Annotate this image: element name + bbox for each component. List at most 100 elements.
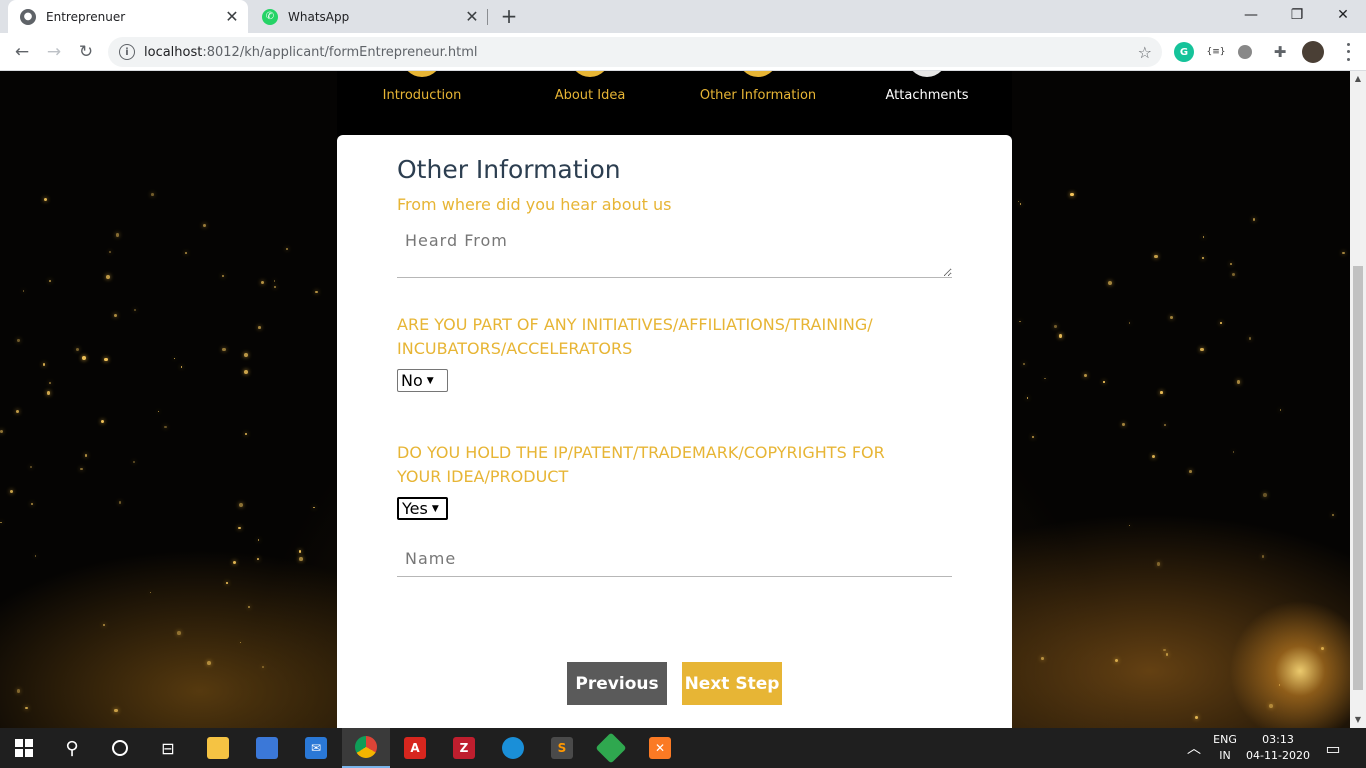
ip-select[interactable]: Yes ▼	[397, 497, 448, 520]
address-bar[interactable]: i localhost:8012/kh/applicant/formEntrep…	[108, 37, 1162, 67]
initiatives-question: ARE YOU PART OF ANY INITIATIVES/AFFILIAT…	[397, 315, 873, 358]
spark	[22, 289, 25, 292]
spark	[1194, 715, 1198, 719]
progress-steps: Introduction About Idea Other Informatio…	[337, 71, 1012, 136]
spark	[1103, 381, 1105, 383]
spark	[76, 347, 80, 352]
spark	[226, 581, 229, 584]
extension-circle-icon[interactable]	[1238, 45, 1252, 59]
globe-icon: ●	[20, 8, 36, 25]
spark	[42, 363, 46, 366]
minimize-button[interactable]: —	[1228, 0, 1274, 30]
taskbar: ⚲ ⊟ ✉ A Z S ✕ ︿ ENG IN 03:13 04-11-2020 …	[0, 728, 1366, 768]
spark	[1269, 704, 1274, 708]
step-label: About Idea	[554, 88, 626, 103]
spark	[132, 461, 135, 464]
spark	[1128, 525, 1131, 527]
spark	[48, 279, 51, 282]
spark	[44, 197, 48, 201]
window-close-button[interactable]: ✕	[1320, 0, 1366, 30]
filezilla-icon[interactable]: Z	[440, 728, 488, 768]
restore-button[interactable]: ❐	[1274, 0, 1320, 30]
tray-chevron-up-icon[interactable]: ︿	[1182, 728, 1206, 768]
spark	[243, 370, 248, 374]
forward-button[interactable]: →	[40, 38, 68, 66]
spark	[1278, 684, 1281, 686]
spark	[103, 623, 106, 627]
spark	[46, 391, 51, 395]
edge-icon[interactable]	[489, 728, 537, 768]
tab-entreprenuer[interactable]: ● Entreprenuer ✕	[8, 0, 248, 33]
search-icon[interactable]: ⚲	[48, 728, 96, 768]
scroll-down-arrow-icon[interactable]: ▼	[1353, 715, 1363, 725]
heard-from-textarea[interactable]	[397, 223, 952, 278]
spark	[1279, 409, 1282, 411]
info-icon[interactable]: i	[119, 44, 135, 60]
spark	[24, 706, 28, 710]
tab-title: WhatsApp	[288, 9, 350, 24]
scroll-up-arrow-icon[interactable]: ▲	[1353, 74, 1363, 84]
sublime-text-icon[interactable]: S	[538, 728, 586, 768]
puzzle-icon[interactable]: ✚	[1270, 42, 1290, 62]
close-icon[interactable]: ✕	[220, 5, 244, 29]
spark	[1122, 423, 1125, 426]
page-scrollbar[interactable]: ▲ ▼	[1350, 71, 1366, 728]
page-viewport: Introduction About Idea Other Informatio…	[0, 71, 1350, 728]
task-view-icon[interactable]: ⊟	[144, 728, 192, 768]
scrollbar-thumb[interactable]	[1353, 266, 1363, 690]
spark	[1026, 397, 1029, 399]
windows-start-icon[interactable]	[0, 728, 48, 768]
chrome-icon[interactable]	[342, 728, 390, 768]
file-explorer-icon[interactable]	[194, 728, 242, 768]
menu-icon[interactable]	[1338, 41, 1358, 63]
bookmark-star-icon[interactable]: ☆	[1138, 43, 1152, 62]
spark	[1083, 374, 1088, 378]
spark	[273, 285, 276, 288]
new-tab-button[interactable]: +	[497, 4, 521, 28]
spark	[1202, 256, 1205, 259]
spark	[1058, 334, 1062, 338]
spark	[115, 233, 120, 237]
name-input[interactable]	[397, 541, 952, 577]
back-button[interactable]: ←	[8, 38, 36, 66]
xampp-icon[interactable]: ✕	[636, 728, 684, 768]
spark	[1017, 200, 1020, 203]
tab-whatsapp[interactable]: ✆ WhatsApp ✕	[250, 0, 488, 33]
cortana-icon[interactable]	[96, 728, 144, 768]
language-indicator[interactable]: ENG IN	[1206, 728, 1244, 768]
acrobat-icon[interactable]: A	[391, 728, 439, 768]
close-icon[interactable]: ✕	[460, 5, 484, 29]
next-step-button[interactable]: Next Step	[682, 662, 782, 705]
spark	[1115, 658, 1119, 662]
spark	[274, 280, 276, 282]
reload-button[interactable]: ↻	[72, 38, 100, 66]
step-dot	[402, 71, 442, 77]
clock[interactable]: 03:13 04-11-2020	[1246, 728, 1310, 768]
spark	[1261, 554, 1265, 558]
tab-separator	[487, 9, 488, 25]
grammarly-icon[interactable]: G	[1174, 42, 1194, 62]
mail-icon[interactable]: ✉	[292, 728, 340, 768]
tab-title: Entreprenuer	[46, 9, 126, 24]
spark	[238, 526, 241, 529]
step-dot	[738, 71, 778, 77]
spark	[15, 409, 19, 413]
git-kraken-icon[interactable]	[587, 728, 635, 768]
step-dot	[907, 71, 947, 77]
tab-strip: ● Entreprenuer ✕ ✆ WhatsApp ✕ + — ❐ ✕	[0, 0, 1366, 33]
browser-toolbar: ← → ↻ i localhost:8012/kh/applicant/form…	[0, 33, 1366, 71]
spark	[1189, 470, 1192, 474]
spark	[240, 642, 242, 644]
spark	[80, 467, 83, 471]
store-icon[interactable]	[243, 728, 291, 768]
spark	[1160, 390, 1163, 394]
notification-icon[interactable]: ▭	[1318, 728, 1348, 768]
spark	[17, 339, 20, 342]
spark	[1019, 321, 1021, 323]
spark	[222, 347, 226, 352]
json-extension-icon[interactable]: {≡}	[1206, 42, 1226, 62]
initiatives-select[interactable]: No ▼	[397, 369, 448, 392]
chevron-down-icon: ▼	[431, 503, 439, 514]
previous-button[interactable]: Previous	[567, 662, 667, 705]
avatar[interactable]	[1302, 41, 1324, 63]
